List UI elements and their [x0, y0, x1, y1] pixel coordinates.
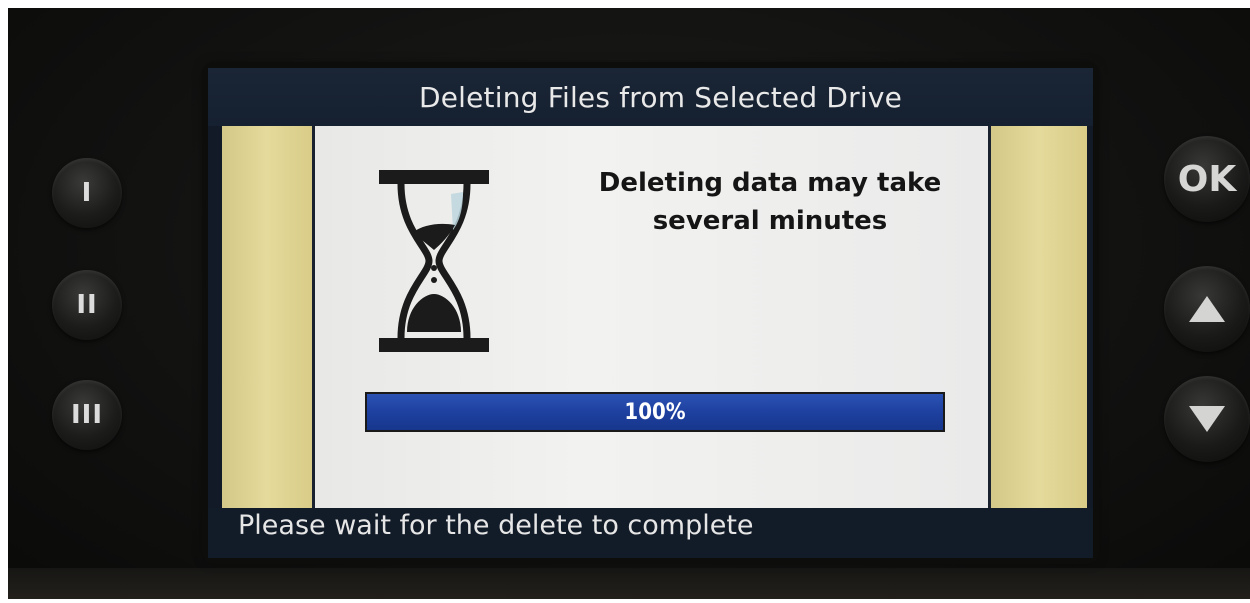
- status-bar: Please wait for the delete to complete: [208, 508, 1093, 558]
- hardware-button-1-label: I: [81, 178, 93, 208]
- arrow-up-icon: [1189, 296, 1225, 322]
- left-side-panel: [222, 126, 315, 508]
- message-text: Deleting data may take several minutes: [570, 164, 970, 240]
- hourglass-icon: [379, 170, 489, 352]
- hardware-button-2-label: II: [76, 290, 98, 320]
- ok-button-label: OK: [1177, 158, 1237, 200]
- progress-label: 100%: [624, 399, 686, 425]
- screen-title: Deleting Files from Selected Drive: [418, 80, 903, 114]
- hardware-button-1[interactable]: I: [52, 158, 122, 228]
- ok-button[interactable]: OK: [1164, 136, 1250, 222]
- title-bar: Deleting Files from Selected Drive: [208, 68, 1093, 126]
- right-side-panel: [988, 126, 1087, 508]
- status-text: Please wait for the delete to complete: [238, 510, 754, 541]
- message-line-1: Deleting data may take: [598, 168, 942, 198]
- hardware-button-2[interactable]: II: [52, 270, 122, 340]
- lcd-screen: Deleting Files from Selected Drive Delet…: [208, 68, 1093, 558]
- arrow-down-icon: [1189, 406, 1225, 432]
- down-button[interactable]: [1164, 376, 1250, 462]
- dialog-content: Deleting data may take several minutes 1…: [315, 126, 988, 508]
- up-button[interactable]: [1164, 266, 1250, 352]
- progress-bar: 100%: [365, 392, 945, 432]
- hardware-button-3[interactable]: III: [52, 380, 122, 450]
- hardware-button-3-label: III: [70, 400, 104, 430]
- message-line-2: several minutes: [652, 206, 888, 236]
- device-bottom-edge: [8, 568, 1250, 599]
- device-bezel: I II III OK Deleting Files from Selected…: [8, 8, 1250, 599]
